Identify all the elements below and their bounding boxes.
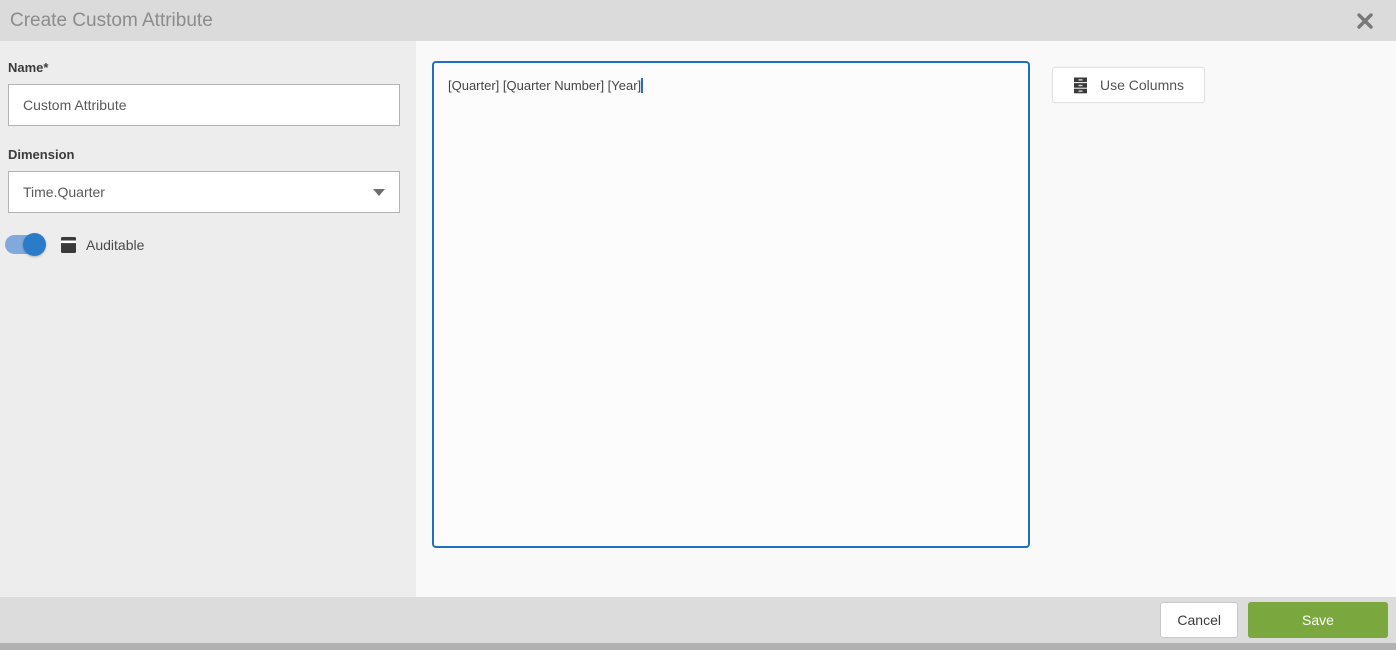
dimension-selected-value: Time.Quarter	[23, 184, 105, 200]
cancel-button[interactable]: Cancel	[1160, 602, 1238, 638]
dialog-header: Create Custom Attribute	[0, 0, 1396, 41]
stacked-columns-icon	[1073, 77, 1088, 94]
auditable-label: Auditable	[86, 236, 145, 253]
ledger-book-icon	[60, 236, 77, 254]
close-button[interactable]	[1352, 8, 1378, 34]
window-bottom-edge	[0, 643, 1396, 650]
formula-textarea[interactable]: [Quarter] [Quarter Number] [Year]	[432, 61, 1030, 548]
dimension-select[interactable]: Time.Quarter	[8, 171, 400, 213]
attribute-form-panel: Name* Dimension Time.Quarter Auditable	[0, 41, 416, 597]
close-icon	[1357, 12, 1373, 29]
chevron-down-icon	[373, 188, 385, 196]
auditable-toggle[interactable]	[5, 233, 46, 256]
name-label: Name*	[8, 60, 49, 75]
toggle-knob	[23, 233, 46, 256]
save-button[interactable]: Save	[1248, 602, 1388, 638]
dimension-label: Dimension	[8, 147, 75, 162]
use-columns-label: Use Columns	[1100, 77, 1185, 93]
dialog-footer: Cancel Save	[0, 597, 1396, 643]
formula-text: [Quarter] [Quarter Number] [Year]	[448, 78, 642, 93]
use-columns-button[interactable]: Use Columns	[1052, 67, 1206, 103]
auditable-row: Auditable	[5, 233, 145, 256]
dialog-title: Create Custom Attribute	[10, 9, 213, 31]
editor-area: [Quarter] [Quarter Number] [Year] Use Co…	[416, 41, 1396, 597]
name-input[interactable]	[8, 84, 400, 126]
text-caret	[641, 78, 644, 93]
